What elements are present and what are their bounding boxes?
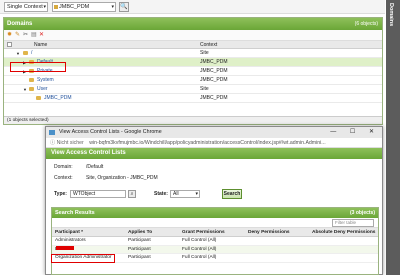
context-bar: Single Context ▾ JMBC_PDM ▾ 🔍: [0, 0, 385, 14]
column-absolute-deny[interactable]: Absolute Deny Permissions: [312, 228, 375, 237]
domain-row-system[interactable]: System JMBC_PDM: [4, 76, 382, 85]
delete-icon[interactable]: ✕: [39, 32, 44, 39]
security-warning: Nicht sicher: [56, 140, 84, 146]
domain-name[interactable]: System: [37, 76, 54, 85]
domain-context: JMBC_PDM: [200, 68, 228, 74]
domains-title: Domains: [7, 21, 33, 27]
collapse-icon[interactable]: ▼: [23, 85, 27, 94]
chrome-window: View Access Control Lists - Google Chrom…: [45, 126, 383, 275]
search-icon: ⌕: [130, 191, 134, 197]
domain-context: JMBC_PDM: [200, 95, 228, 101]
domain-field: Domain: /Default: [54, 164, 254, 172]
chevron-down-icon: ▾: [43, 4, 46, 10]
column-participant[interactable]: Participant *: [55, 228, 83, 237]
window-titlebar[interactable]: View Access Control Lists - Google Chrom…: [46, 127, 382, 138]
applies-to-cell: Participant: [128, 246, 151, 252]
grant-cell: Full Control (All): [182, 246, 217, 252]
search-results-panel: Search Results (3 objects) Filter table …: [51, 207, 379, 275]
domain-row-user[interactable]: ▼ User Site: [4, 85, 382, 94]
search-icon: 🔍: [120, 4, 128, 10]
column-applies-to[interactable]: Applies To: [128, 228, 152, 237]
redaction-mark: [56, 245, 74, 250]
domain-name[interactable]: /: [31, 49, 32, 58]
window-controls[interactable]: — ☐ ✕: [330, 127, 380, 138]
chevron-down-icon: ▾: [195, 191, 198, 197]
domain-row-root[interactable]: ▼ / Site: [4, 49, 382, 58]
column-deny[interactable]: Deny Permissions: [248, 228, 290, 237]
domain-context: JMBC_PDM: [200, 59, 228, 65]
results-header: Search Results (3 objects): [52, 208, 378, 218]
domain-label: Domain:: [54, 164, 73, 170]
column-context[interactable]: Context: [200, 41, 217, 49]
grant-cell: Full Control (All): [182, 238, 217, 243]
applies-to-cell: Participant: [128, 255, 151, 260]
state-label: State:: [154, 191, 168, 197]
domain-name[interactable]: JMBC_PDM: [44, 94, 72, 103]
info-icon[interactable]: ⓘ: [50, 140, 55, 146]
domain-row-jmbc[interactable]: JMBC_PDM JMBC_PDM: [4, 94, 382, 103]
state-select[interactable]: All ▾: [170, 190, 200, 198]
domains-toolbar: ✹ ✎ ✂ ▤ ✕: [4, 30, 382, 41]
vacl-header: View Access Control Lists: [46, 148, 382, 159]
domain-context: Site: [200, 50, 209, 56]
context-label: Context:: [54, 175, 73, 181]
highlight-box-default: [10, 62, 66, 72]
context-value: Site, Organization - JMBC_PDM: [86, 175, 158, 181]
results-filter-bar: Filter table: [52, 218, 378, 228]
search-button[interactable]: Search: [222, 189, 242, 199]
domains-column-header: Name Context: [4, 41, 382, 49]
state-value: All: [173, 191, 179, 197]
highlight-box-participant: [51, 254, 115, 263]
select-all-checkbox[interactable]: [7, 42, 12, 47]
side-panel-label: Domains: [388, 3, 394, 27]
context-value-select[interactable]: JMBC_PDM ▾: [52, 2, 116, 12]
domains-header: Domains (6 objects): [4, 18, 382, 30]
context-search-button[interactable]: 🔍: [119, 2, 129, 12]
type-label: Type:: [54, 191, 67, 197]
filter-table-input[interactable]: Filter table: [332, 219, 374, 227]
column-name[interactable]: Name: [34, 41, 47, 49]
new-domain-icon[interactable]: ✹: [7, 32, 12, 39]
domain-value: /Default: [86, 164, 104, 170]
context-field: Context: Site, Organization - JMBC_PDM: [54, 175, 254, 183]
results-column-header: Participant * Applies To Grant Permissio…: [52, 228, 378, 237]
favicon-icon: [49, 130, 55, 135]
window-title: View Access Control Lists - Google Chrom…: [59, 129, 162, 135]
edit-icon[interactable]: ✎: [15, 32, 20, 39]
domain-context: JMBC_PDM: [200, 77, 228, 83]
context-icon: [54, 5, 58, 9]
context-value-label: JMBC_PDM: [59, 4, 90, 10]
right-side-panel[interactable]: Domains: [386, 0, 400, 275]
context-mode-label: Single Context: [7, 4, 43, 10]
filter-row: Type: WTObject ⌕ State: All ▾ Search: [54, 189, 304, 199]
participant-cell: Administrators: [55, 238, 86, 243]
paste-icon[interactable]: ▤: [31, 32, 37, 39]
table-row[interactable]: Bmu Participant Full Control (All): [52, 245, 378, 254]
results-title: Search Results: [55, 210, 95, 216]
domains-footer: (1 objects selected): [4, 116, 382, 124]
results-count: (3 objects): [349, 210, 375, 216]
type-input[interactable]: WTObject: [70, 190, 126, 198]
cut-icon[interactable]: ✂: [23, 32, 28, 39]
folder-icon: [29, 78, 34, 82]
url-text[interactable]: win-bqfm3kvfmujmbc.io/Windchill/app/poli…: [89, 140, 325, 146]
address-bar[interactable]: ⓘ Nicht sicher win-bqfm3kvfmujmbc.io/Win…: [46, 138, 382, 148]
column-grant[interactable]: Grant Permissions: [182, 228, 225, 237]
folder-icon: [23, 51, 28, 55]
domain-context: Site: [200, 86, 209, 92]
domains-count: (6 objects): [354, 21, 378, 27]
folder-icon: [29, 87, 34, 91]
context-mode-select[interactable]: Single Context ▾: [4, 2, 48, 12]
collapse-icon[interactable]: ▼: [16, 49, 20, 58]
applies-to-cell: Participant: [128, 238, 151, 243]
type-picker-button[interactable]: ⌕: [128, 190, 136, 198]
grant-cell: Full Control (All): [182, 255, 217, 260]
table-row[interactable]: Administrators Participant Full Control …: [52, 237, 378, 246]
folder-icon: [36, 96, 41, 100]
domain-name[interactable]: User: [37, 85, 48, 94]
chevron-down-icon: ▾: [111, 4, 114, 10]
